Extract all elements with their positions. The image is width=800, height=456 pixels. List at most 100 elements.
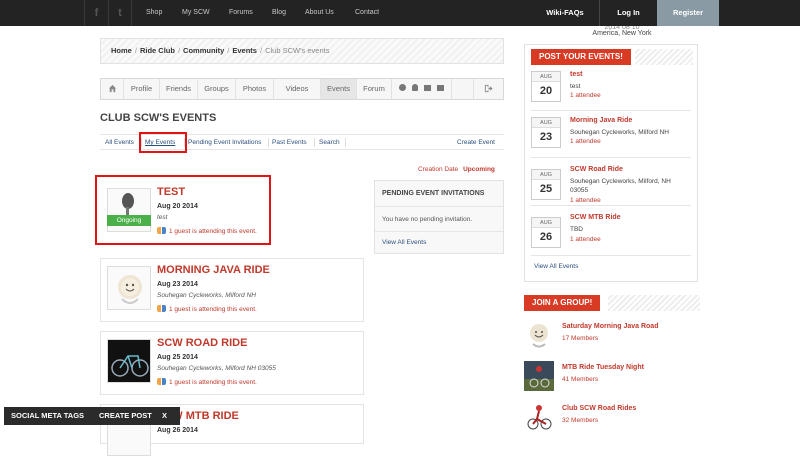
user-icon[interactable] bbox=[411, 84, 418, 91]
nav-blog[interactable]: Blog bbox=[272, 0, 286, 26]
event-title[interactable]: MORNING JAVA RIDE bbox=[157, 264, 270, 276]
breadcrumb-current: Club SCW's events bbox=[265, 46, 330, 55]
event-location: Souhegan Cycleworks, Milford NH 03055 bbox=[157, 365, 276, 372]
location-info: 2014 08 10 America, New York bbox=[560, 26, 684, 38]
page-title: CLUB SCW'S EVENTS bbox=[100, 112, 217, 124]
nav-contact[interactable]: Contact bbox=[355, 0, 379, 26]
event-location: Souhegan Cycleworks, Milford NH bbox=[157, 292, 256, 299]
view-all-events-link[interactable]: View All Events bbox=[382, 239, 426, 246]
sidebar-event[interactable]: AUG 26 SCW MTB Ride TBD 1 attendee bbox=[525, 214, 697, 250]
sidebar-event-attendees[interactable]: 1 attendee bbox=[570, 236, 601, 243]
sidebar-event[interactable]: AUG 23 Morning Java Ride Souhegan Cyclewo… bbox=[525, 117, 697, 153]
breadcrumb-events[interactable]: Events bbox=[232, 46, 257, 55]
tab-pending-invitations[interactable]: Pending Event Invitations bbox=[188, 135, 261, 150]
tab-forum[interactable]: Forum bbox=[357, 79, 392, 99]
sort-upcoming[interactable]: Upcoming bbox=[463, 166, 495, 173]
wiki-faqs-button[interactable]: Wiki-FAQs bbox=[531, 0, 599, 26]
event-date: Aug 23 2014 bbox=[157, 281, 198, 288]
post-events-title: POST YOUR EVENTS! bbox=[531, 49, 631, 65]
nav-about-us[interactable]: About Us bbox=[305, 0, 334, 26]
mail-icon[interactable] bbox=[424, 85, 432, 91]
close-icon[interactable]: X bbox=[162, 407, 167, 425]
pending-invitations-panel: PENDING EVENT INVITATIONS You have no pe… bbox=[374, 180, 504, 254]
tab-profile[interactable]: Profile bbox=[124, 79, 160, 99]
home-icon[interactable] bbox=[101, 79, 124, 99]
create-event-link[interactable]: Create Event bbox=[457, 135, 495, 150]
calendar-icon: AUG 23 bbox=[531, 117, 561, 148]
event-thumbnail[interactable] bbox=[107, 266, 151, 310]
group-name[interactable]: Saturday Morning Java Road bbox=[562, 323, 658, 330]
tab-all-events[interactable]: All Events bbox=[105, 135, 134, 150]
sidebar-event-title[interactable]: Morning Java Ride bbox=[570, 117, 632, 124]
list-icon[interactable] bbox=[437, 85, 445, 91]
event-attendees[interactable]: 1 guest is attending this event. bbox=[157, 378, 257, 386]
top-bar: f t Shop My SCW Forums Blog About Us Con… bbox=[0, 0, 800, 26]
globe-icon[interactable] bbox=[398, 84, 406, 91]
nav-forums[interactable]: Forums bbox=[229, 0, 253, 26]
calendar-icon: AUG 20 bbox=[531, 71, 561, 102]
tab-videos[interactable]: Videos bbox=[274, 79, 321, 99]
sidebar-event[interactable]: AUG 25 SCW Road Ride Souhegan Cycleworks,… bbox=[525, 166, 697, 210]
breadcrumb-home[interactable]: Home bbox=[111, 46, 132, 55]
event-attendees-text: 1 guest is attending this event. bbox=[169, 379, 257, 386]
sort-options: Creation Date Upcoming bbox=[418, 166, 495, 173]
event-attendees-text: 1 guest is attending this event. bbox=[169, 306, 257, 313]
nav-shop[interactable]: Shop bbox=[146, 0, 162, 26]
event-date: Aug 25 2014 bbox=[157, 354, 198, 361]
sidebar-event-attendees[interactable]: 1 attendee bbox=[570, 92, 601, 99]
social-meta-bar: SOCIAL META TAGS CREATE POST X bbox=[4, 407, 180, 425]
event-card[interactable]: SCW ROAD RIDE Aug 25 2014 Souhegan Cycle… bbox=[100, 331, 364, 395]
pending-panel-text: You have no pending invitation. bbox=[382, 216, 473, 223]
create-post-button[interactable]: CREATE POST bbox=[99, 407, 152, 425]
group-item[interactable]: Saturday Morning Java Road 17 Members bbox=[524, 320, 714, 352]
social-meta-tags-button[interactable]: SOCIAL META TAGS bbox=[11, 407, 84, 425]
sidebar-event-title[interactable]: test bbox=[570, 71, 582, 78]
my-events-highlight bbox=[139, 132, 187, 153]
sidebar-event-attendees[interactable]: 1 attendee bbox=[570, 138, 601, 145]
event-title[interactable]: SCW ROAD RIDE bbox=[157, 337, 247, 349]
breadcrumb-ride-club[interactable]: Ride Club bbox=[140, 46, 175, 55]
tab-events[interactable]: Events bbox=[321, 79, 357, 99]
event-attendees[interactable]: 1 guest is attending this event. bbox=[157, 305, 257, 313]
tab-search[interactable]: Search bbox=[319, 135, 340, 150]
sidebar-event-title[interactable]: SCW Road Ride bbox=[570, 166, 623, 173]
event-date: Aug 26 2014 bbox=[157, 427, 198, 434]
sidebar-view-all-link[interactable]: View All Events bbox=[534, 263, 578, 270]
sidebar-event-location: Souhegan Cycleworks, Milford, NH 03055 bbox=[570, 178, 671, 194]
group-avatar[interactable] bbox=[524, 402, 554, 432]
people-icon bbox=[157, 305, 166, 312]
group-item[interactable]: Club SCW Road Rides 32 Members bbox=[524, 402, 714, 434]
facebook-icon[interactable]: f bbox=[84, 0, 108, 26]
sort-creation-date[interactable]: Creation Date bbox=[418, 166, 458, 173]
tab-groups[interactable]: Groups bbox=[198, 79, 236, 99]
sidebar-event-attendees[interactable]: 1 attendee bbox=[570, 197, 601, 204]
calendar-icon: AUG 26 bbox=[531, 217, 561, 248]
group-name[interactable]: Club SCW Road Rides bbox=[562, 405, 636, 412]
calendar-icon: AUG 25 bbox=[531, 169, 561, 200]
nav-my-scw[interactable]: My SCW bbox=[182, 0, 210, 26]
event-thumbnail[interactable] bbox=[107, 339, 151, 383]
sidebar-event-title[interactable]: SCW MTB Ride bbox=[570, 214, 621, 221]
pending-panel-title: PENDING EVENT INVITATIONS bbox=[375, 181, 503, 207]
tab-past-events[interactable]: Past Events bbox=[272, 135, 307, 150]
group-avatar[interactable] bbox=[524, 320, 554, 350]
group-name[interactable]: MTB Ride Tuesday Night bbox=[562, 364, 644, 371]
login-button[interactable]: Log In bbox=[599, 0, 657, 26]
test-event-highlight bbox=[95, 175, 271, 245]
profile-icon-group bbox=[392, 79, 452, 99]
breadcrumb: Home / Ride Club / Community / Events / Club SCW… bbox=[100, 38, 504, 64]
logout-icon[interactable] bbox=[473, 79, 503, 99]
event-card[interactable]: MORNING JAVA RIDE Aug 23 2014 Souhegan C… bbox=[100, 258, 364, 322]
location-text: America, New York bbox=[592, 30, 652, 37]
people-icon bbox=[157, 378, 166, 385]
tab-friends[interactable]: Friends bbox=[160, 79, 198, 99]
register-button[interactable]: Register bbox=[657, 0, 719, 26]
group-avatar[interactable] bbox=[524, 361, 554, 391]
tab-photos[interactable]: Photos bbox=[236, 79, 274, 99]
sidebar-event[interactable]: AUG 20 test test 1 attendee bbox=[525, 71, 697, 107]
sidebar-event-location: Souhegan Cycleworks, Milford NH bbox=[570, 129, 669, 136]
breadcrumb-community[interactable]: Community bbox=[183, 46, 224, 55]
profile-nav: Profile Friends Groups Photos Videos Eve… bbox=[100, 78, 504, 100]
group-item[interactable]: MTB Ride Tuesday Night 41 Members bbox=[524, 361, 714, 393]
twitter-icon[interactable]: t bbox=[108, 0, 132, 26]
